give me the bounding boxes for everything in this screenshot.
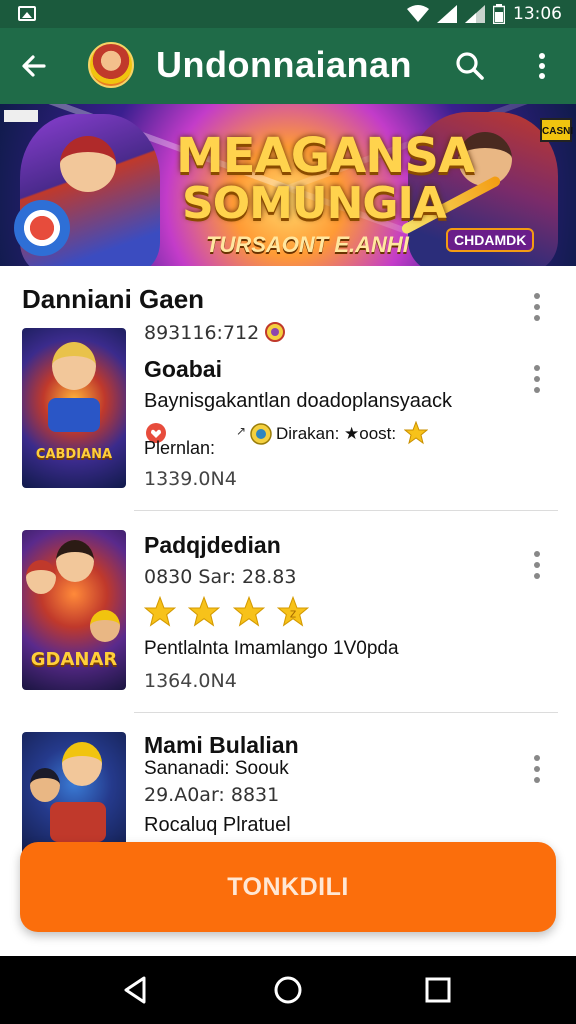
star-icon bbox=[144, 596, 176, 627]
star-icon bbox=[404, 421, 428, 445]
section-title: Danniani Gaen bbox=[22, 284, 205, 314]
banner-badge-right: CASNI bbox=[540, 118, 573, 142]
nav-home-icon[interactable] bbox=[272, 974, 304, 1006]
nav-back-icon[interactable] bbox=[120, 974, 152, 1006]
item-more-icon[interactable] bbox=[532, 362, 542, 396]
item-meta-2: 29.A0ar: 8831 bbox=[144, 784, 280, 806]
banner-subtitle: TURSAONT E.ANHI bbox=[206, 232, 409, 257]
banner-title-line2: SOMUNGIA bbox=[182, 178, 447, 229]
item-more-icon[interactable] bbox=[532, 548, 542, 582]
item-count: 893116:712 bbox=[144, 322, 286, 344]
wifi-icon bbox=[407, 5, 429, 22]
star-rating: z bbox=[144, 596, 317, 633]
signal-2-icon bbox=[465, 5, 485, 23]
primary-cta-button[interactable]: TONKDILI bbox=[20, 842, 556, 932]
nav-recents-icon[interactable] bbox=[422, 974, 454, 1006]
more-vert-icon[interactable] bbox=[528, 50, 556, 82]
banner-badge-left bbox=[4, 110, 38, 122]
svg-text:z: z bbox=[290, 606, 296, 620]
item-size: 1364.0N4 bbox=[144, 670, 237, 692]
arrow-icon: ↗ bbox=[236, 424, 247, 438]
cover-title: CABDIANA bbox=[35, 447, 113, 462]
star-icon bbox=[232, 596, 265, 627]
badge-icon bbox=[265, 322, 286, 342]
clock: 13:06 bbox=[513, 4, 562, 24]
item-description: Baynisgakantlan doadoplansyaack bbox=[144, 390, 452, 412]
divider bbox=[134, 510, 558, 511]
item-name: Padqjdedian bbox=[144, 532, 281, 558]
game-cover: CABDIANA bbox=[22, 328, 126, 488]
section-more-icon[interactable] bbox=[532, 290, 542, 324]
system-nav-bar bbox=[0, 956, 576, 1024]
item-name: Mami Bulalian bbox=[144, 732, 299, 758]
item-size: 1339.0N4 bbox=[144, 468, 237, 490]
item-meta-left: Plernlan: bbox=[144, 438, 216, 458]
gallery-icon bbox=[18, 6, 36, 21]
item-meta: 0830 Sar: 28.83 bbox=[144, 566, 297, 588]
app-bar: Undonnaianan bbox=[0, 28, 576, 104]
status-bar: 13:06 bbox=[0, 0, 576, 28]
star-icon: z bbox=[277, 596, 310, 627]
page-title: Undonnaianan bbox=[156, 44, 412, 85]
search-icon[interactable] bbox=[454, 50, 486, 82]
item-meta: Sananadi: Soouk bbox=[144, 758, 289, 779]
item-description: Pentlalnta Imamlango 1V0pda bbox=[144, 638, 399, 659]
shield-icon bbox=[14, 200, 70, 256]
item-description: Rocaluq Plratuel bbox=[144, 814, 291, 836]
game-cover bbox=[22, 732, 126, 856]
game-list: Danniani Gaen CABDIANA 893116:712 Goabai… bbox=[0, 266, 576, 856]
coin-icon bbox=[250, 423, 272, 445]
game-cover: GDANAR bbox=[22, 530, 126, 690]
app-avatar bbox=[88, 42, 134, 88]
signal-icon bbox=[437, 5, 457, 23]
banner-tag: CHDAMDK bbox=[446, 228, 535, 252]
star-icon bbox=[188, 596, 221, 627]
back-arrow-icon[interactable] bbox=[18, 50, 50, 82]
banner-title-line1: MEAGANSA bbox=[176, 128, 475, 184]
promo-banner[interactable]: MEAGANSA SOMUNGIA TURSAONT E.ANHI CASNI … bbox=[0, 104, 576, 266]
item-name: Goabai bbox=[144, 356, 222, 382]
item-more-icon[interactable] bbox=[532, 752, 542, 786]
status-icons: 13:06 bbox=[407, 3, 562, 25]
battery-icon bbox=[493, 4, 505, 24]
item-meta-right: Dirakan: ★oost: bbox=[276, 424, 397, 443]
cover-title: GDANAR bbox=[30, 649, 118, 670]
divider bbox=[134, 712, 558, 713]
